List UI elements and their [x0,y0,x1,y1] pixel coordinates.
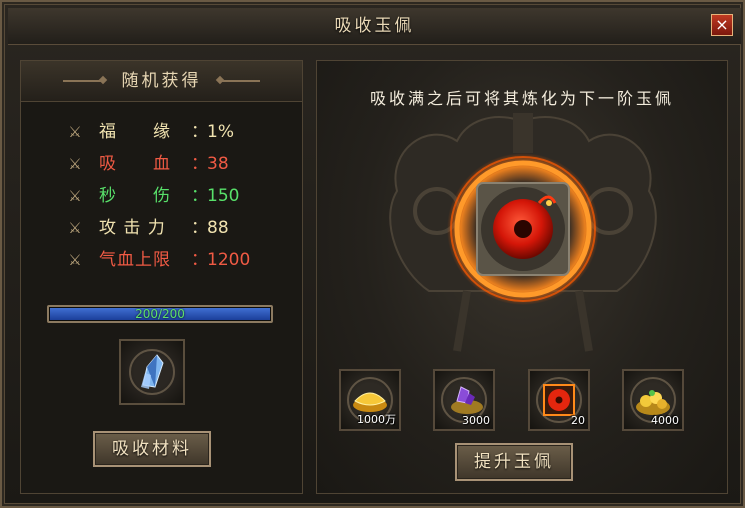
stat-label: 吸 血 [99,154,171,174]
stat-colon: ： [191,186,208,206]
absorb-progress-bar: 200/200 [47,305,273,323]
crossed-swords-icon: ⚔ [68,187,82,205]
progress-text: 200/200 [135,307,185,321]
stat-value: 38 [207,154,229,174]
stat-colon: ： [191,122,208,142]
crossed-swords-icon: ⚔ [68,155,82,173]
stat-colon: ： [191,218,208,238]
jade-upgrade-panel: 吸收满之后可将其炼化为下一阶玉佩 1000万 3000 20 4000 提升玉佩 [316,60,728,494]
window-title: 吸收玉佩 [334,16,415,36]
random-gain-header: 随机获得 [21,61,302,102]
stat-colon: ： [191,154,208,174]
material-count: 1000万 [357,413,396,426]
crossed-swords-icon: ⚔ [68,123,82,141]
stat-value: 150 [207,186,240,206]
stat-value: 1200 [207,250,251,270]
crossed-swords-icon: ⚔ [68,219,82,237]
material-slot-jade-pendant[interactable]: 20 [528,369,590,431]
title-bar: 吸收玉佩 × [8,8,741,45]
material-slot-purple-gem[interactable]: 3000 [433,369,495,431]
random-gain-panel: 随机获得 ⚔ 福 缘 ： 1% ⚔ 吸 血 ： 38 ⚔ 秒 伤 ： 150 ⚔… [20,60,303,494]
jade-altar-icon [389,113,657,352]
material-count: 20 [571,414,585,427]
material-slot[interactable] [119,339,185,405]
ornament-right-icon [220,80,260,82]
stat-label: 福 缘 [99,122,171,142]
absorb-jade-window: 吸收玉佩 × 随机获得 ⚔ 福 缘 ： 1% ⚔ 吸 血 ： 38 ⚔ 秒 伤 … [0,0,745,508]
stat-value: 88 [207,218,229,238]
stat-colon: ： [191,250,208,270]
close-button[interactable]: × [711,14,733,36]
crystal-icon [141,354,164,389]
material-count: 3000 [462,414,490,427]
stat-label: 攻 击 力 [99,218,166,238]
material-count: 4000 [651,414,679,427]
stat-value: 1% [207,122,234,142]
upgrade-jade-button[interactable]: 提升玉佩 [455,443,573,481]
stat-label: 秒 伤 [99,186,171,206]
material-slot-gold-ingot[interactable]: 1000万 [339,369,401,431]
crossed-swords-icon: ⚔ [68,251,82,269]
absorb-material-button[interactable]: 吸收材料 [93,431,211,467]
stat-label: 气血上限 [99,250,171,270]
material-slot-gold-pile[interactable]: 4000 [622,369,684,431]
